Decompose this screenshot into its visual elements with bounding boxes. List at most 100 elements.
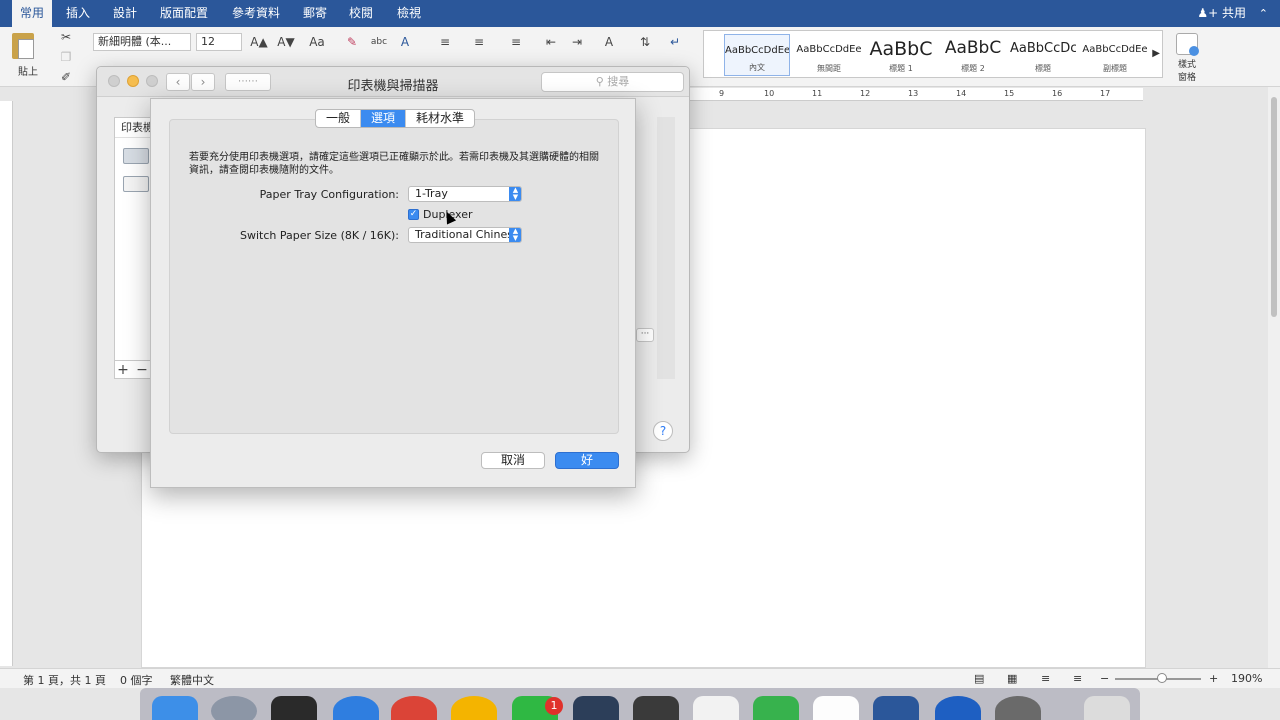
- remove-printer-button[interactable]: −: [133, 362, 151, 379]
- style-sample: AaBbCcDdEe: [796, 44, 862, 55]
- horizontal-ruler[interactable]: 9 10 11 12 13 14 15 16 17: [690, 88, 1143, 101]
- tab-supply-levels[interactable]: 耗材水準: [406, 110, 474, 127]
- more-options-button[interactable]: ···: [636, 328, 654, 342]
- tab-design[interactable]: 設計: [105, 0, 145, 27]
- page-count[interactable]: 第 1 頁，共 1 頁: [23, 672, 106, 688]
- trash-icon[interactable]: [1084, 696, 1130, 720]
- vertical-scrollbar[interactable]: [1268, 87, 1280, 668]
- language-indicator[interactable]: 繁體中文: [170, 672, 214, 688]
- cut-icon[interactable]: ✂: [55, 27, 77, 47]
- tab-references[interactable]: 參考資料: [224, 0, 288, 27]
- style-subtitle[interactable]: AaBbCcDdEe 副標題: [1082, 34, 1148, 76]
- style-heading-1[interactable]: AaBbC 標題 1: [868, 34, 934, 76]
- zoom-level[interactable]: 190%: [1231, 672, 1262, 685]
- ruler-tick: 16: [1052, 89, 1063, 98]
- word-icon[interactable]: [873, 696, 919, 720]
- printer-list[interactable]: 印表機: [114, 117, 154, 379]
- style-heading-2[interactable]: AaBbC 標題 2: [940, 34, 1006, 76]
- sublime-icon[interactable]: [633, 696, 679, 720]
- launchpad-icon[interactable]: [211, 696, 257, 720]
- help-button[interactable]: ?: [653, 421, 673, 441]
- print-layout-icon[interactable]: ▤: [974, 672, 984, 685]
- zoom-slider-knob[interactable]: [1157, 673, 1167, 683]
- textedit-icon[interactable]: [693, 696, 739, 720]
- phonetic-guide-icon[interactable]: abc: [368, 32, 390, 52]
- add-printer-button[interactable]: +: [114, 362, 132, 379]
- duplexer-checkbox[interactable]: ✓: [408, 209, 419, 220]
- zoom-out-icon[interactable]: −: [1100, 672, 1109, 685]
- vscode-icon[interactable]: [573, 696, 619, 720]
- outline-view-icon[interactable]: ≡: [1041, 672, 1050, 685]
- tab-options[interactable]: 選項: [361, 110, 407, 127]
- copy-icon[interactable]: ❐: [55, 47, 77, 67]
- word-count[interactable]: 0 個字: [120, 672, 153, 688]
- evernote-icon[interactable]: [753, 696, 799, 720]
- draft-view-icon[interactable]: ≡: [1073, 672, 1082, 685]
- tab-review[interactable]: 校閱: [341, 0, 381, 27]
- style-normal[interactable]: AaBbCcDdEe 內文: [724, 34, 790, 76]
- multilevel-list-icon[interactable]: ≡: [505, 32, 527, 52]
- quicktime-icon[interactable]: [935, 696, 981, 720]
- increase-indent-icon[interactable]: ⇥: [566, 32, 588, 52]
- ok-button[interactable]: 好: [555, 452, 619, 469]
- tab-layout[interactable]: 版面配置: [152, 0, 216, 27]
- tab-home[interactable]: 常用: [12, 0, 53, 27]
- collapse-ribbon-icon[interactable]: ⌃: [1259, 0, 1268, 27]
- printer-item[interactable]: [119, 142, 149, 166]
- vertical-ruler[interactable]: [0, 101, 13, 666]
- tab-general[interactable]: 一般: [316, 110, 362, 127]
- zoom-in-icon[interactable]: +: [1209, 672, 1218, 685]
- safari-icon[interactable]: [333, 696, 379, 720]
- search-input[interactable]: ⚲ 搜尋: [541, 72, 684, 92]
- paste-icon[interactable]: [12, 33, 34, 59]
- clear-format-icon[interactable]: ✎: [341, 32, 363, 52]
- text-direction-icon[interactable]: A: [598, 32, 620, 52]
- share-button[interactable]: ♟+ 共用: [1197, 0, 1246, 27]
- search-placeholder: 搜尋: [607, 75, 630, 88]
- printer-detail-panel-edge: [657, 117, 675, 379]
- bullets-icon[interactable]: ≡: [434, 32, 456, 52]
- share-label: 共用: [1221, 6, 1246, 20]
- decrease-indent-icon[interactable]: ⇤: [540, 32, 562, 52]
- window-titlebar[interactable]: ‹ › ⋯⋯ 印表機與掃描器 ⚲ 搜尋: [97, 67, 689, 97]
- font-size-field[interactable]: 12: [196, 33, 242, 51]
- printer-item[interactable]: [119, 170, 149, 194]
- change-case-icon[interactable]: Aa: [306, 32, 328, 52]
- style-sample: AaBbC: [869, 38, 933, 60]
- paper-tray-label: Paper Tray Configuration:: [259, 188, 399, 201]
- terminal-icon[interactable]: [271, 696, 317, 720]
- style-sample: AaBbCcDc: [1010, 41, 1076, 56]
- sort-icon[interactable]: ⇅: [634, 32, 656, 52]
- status-bar: 第 1 頁，共 1 頁 0 個字 繁體中文 ▤ ▦ ≡ ≡ − + 190%: [0, 668, 1280, 688]
- numbering-icon[interactable]: ≡: [468, 32, 490, 52]
- grow-font-icon[interactable]: A▲: [248, 32, 270, 52]
- styles-gallery: AaBbCcDdEe 內文 AaBbCcDdEe 無間距 AaBbC 標題 1 …: [703, 30, 1163, 78]
- character-border-icon[interactable]: A: [394, 32, 416, 52]
- chrome-icon[interactable]: [391, 696, 437, 720]
- line-spacing-icon[interactable]: ↵: [664, 32, 686, 52]
- finder-icon[interactable]: [152, 696, 198, 720]
- photos-icon[interactable]: [451, 696, 497, 720]
- tab-mailings[interactable]: 郵寄: [295, 0, 335, 27]
- format-painter-icon[interactable]: ✐: [55, 67, 77, 87]
- tab-insert[interactable]: 插入: [58, 0, 98, 27]
- style-no-spacing[interactable]: AaBbCcDdEe 無間距: [796, 34, 862, 76]
- scrollbar-thumb[interactable]: [1271, 97, 1277, 317]
- paper-size-select[interactable]: Traditional Chinese ▲ ▼: [408, 227, 522, 243]
- shrink-font-icon[interactable]: A▼: [275, 32, 297, 52]
- style-name: 無間距: [817, 64, 841, 73]
- style-title[interactable]: AaBbCcDc 標題: [1010, 34, 1076, 76]
- styles-more-arrow-icon[interactable]: ▶: [1152, 48, 1160, 59]
- ribbon-tab-bar: 常用 插入 設計 版面配置 參考資料 郵寄 校閱 檢視 ♟+ 共用 ⌃: [0, 0, 1280, 27]
- font-name-field[interactable]: 新細明體 (本...: [93, 33, 191, 51]
- web-layout-icon[interactable]: ▦: [1007, 672, 1017, 685]
- cancel-button[interactable]: 取消: [481, 452, 545, 469]
- system-preferences-icon[interactable]: [995, 696, 1041, 720]
- sheet-tab-control: 一般 選項 耗材水準: [315, 109, 476, 128]
- ruler-tick: 14: [956, 89, 967, 98]
- paper-tray-select[interactable]: 1-Tray ▲ ▼: [408, 186, 522, 202]
- styles-pane-button[interactable]: 樣式窗格: [1174, 33, 1200, 83]
- calendar-icon[interactable]: [813, 696, 859, 720]
- paste-label[interactable]: 貼上: [18, 63, 38, 78]
- tab-view[interactable]: 檢視: [389, 0, 429, 27]
